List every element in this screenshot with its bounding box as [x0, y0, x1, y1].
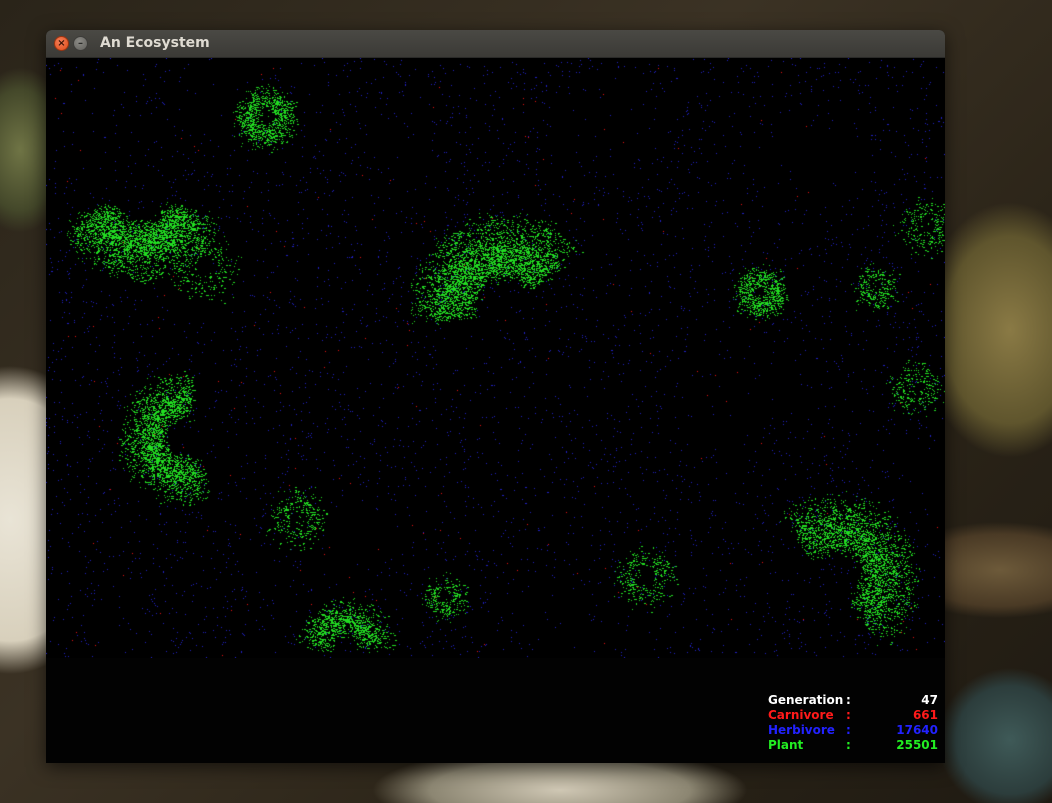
- window-titlebar[interactable]: × – An Ecosystem: [46, 30, 945, 58]
- close-button[interactable]: ×: [54, 36, 69, 51]
- carnivore-value: 661: [912, 708, 938, 722]
- carnivore-label: Carnivore: [768, 708, 834, 722]
- stat-plant: Plant : 25501: [768, 738, 938, 753]
- app-window: × – An Ecosystem Generation : 47 Carnivo…: [46, 30, 945, 763]
- stats-panel: Generation : 47 Carnivore : 661 Herbivor…: [768, 693, 938, 753]
- stat-generation: Generation : 47: [768, 693, 938, 708]
- stat-carnivore: Carnivore : 661: [768, 708, 938, 723]
- generation-value: 47: [921, 693, 938, 707]
- generation-colon: :: [846, 693, 851, 707]
- herbivore-colon: :: [846, 723, 851, 737]
- herbivore-label: Herbivore: [768, 723, 835, 737]
- generation-label: Generation: [768, 693, 844, 707]
- plant-label: Plant: [768, 738, 804, 752]
- herbivore-value: 17640: [896, 723, 938, 737]
- plant-colon: :: [846, 738, 851, 752]
- stat-herbivore: Herbivore : 17640: [768, 723, 938, 738]
- plant-value: 25501: [896, 738, 938, 752]
- minimize-button[interactable]: –: [73, 36, 88, 51]
- ecosystem-canvas: [46, 58, 945, 658]
- carnivore-colon: :: [846, 708, 851, 722]
- window-title: An Ecosystem: [100, 35, 210, 51]
